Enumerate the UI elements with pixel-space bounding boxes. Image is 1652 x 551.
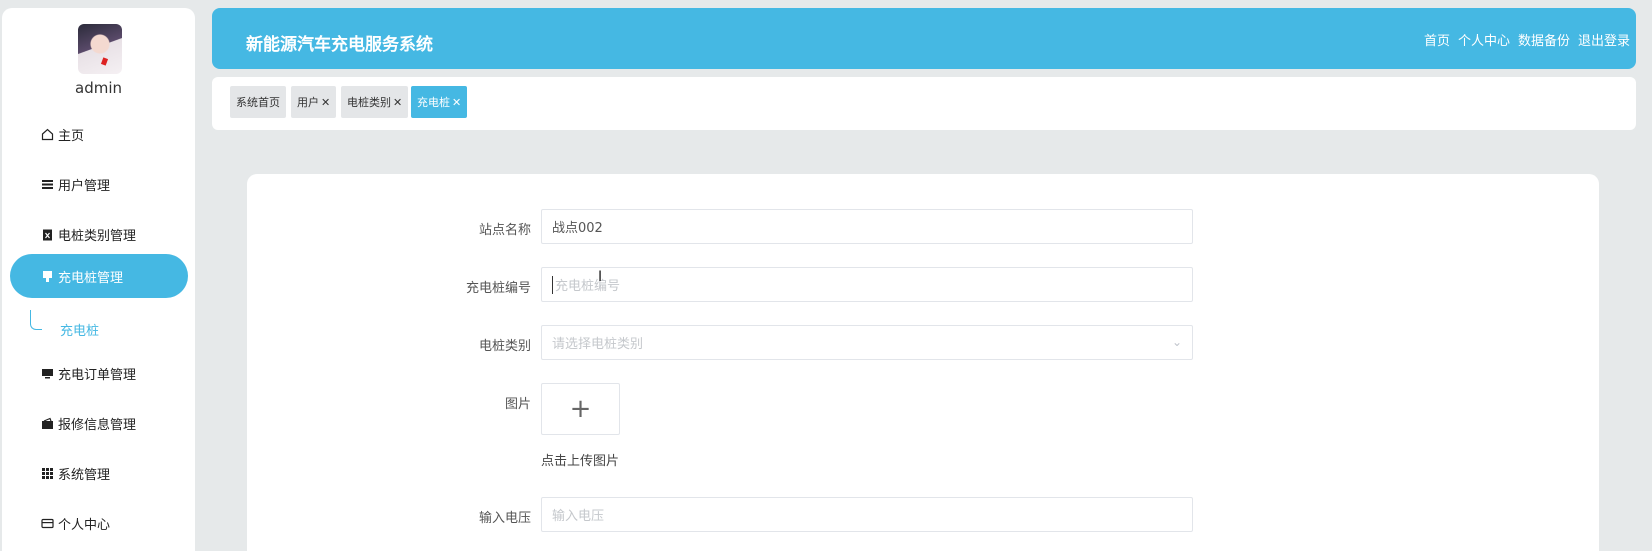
sidebar-item-system[interactable]: 系统管理 — [10, 451, 188, 495]
station-name-label: 站点名称 — [478, 223, 531, 238]
pile-no-input[interactable]: 充电桩编号 — [541, 267, 1193, 302]
app-title: 新能源汽车充电服务系统 — [246, 35, 433, 55]
submenu-connector — [30, 310, 42, 330]
tab-piles[interactable]: 充电桩 ✕ — [411, 86, 468, 118]
upload-hint: 点击上传图片 — [541, 454, 620, 469]
card-icon — [40, 516, 54, 530]
header-link-logout[interactable]: 退出登录 — [1578, 30, 1630, 49]
voltage-label: 输入电压 — [478, 511, 531, 526]
header-link-backup[interactable]: 数据备份 — [1518, 30, 1570, 49]
tab-label: 用户 — [297, 96, 319, 109]
sidebar-item-piles[interactable]: 充电桩管理 — [10, 254, 188, 298]
sidebar-item-label: 用户管理 — [58, 178, 111, 194]
sidebar-item-label: 个人中心 — [58, 517, 111, 533]
station-name-field[interactable]: 战点002 — [541, 209, 1193, 244]
monitor-icon — [40, 366, 54, 380]
station-name-value: 战点002 — [552, 221, 603, 236]
pile-no-placeholder: 充电桩编号 — [555, 279, 621, 294]
voltage-placeholder: 输入电压 — [552, 509, 605, 524]
plug-icon — [40, 269, 54, 283]
close-icon[interactable]: ✕ — [321, 96, 330, 109]
image-upload-button[interactable]: + — [541, 383, 620, 435]
sidebar-item-label: 报修信息管理 — [58, 417, 137, 433]
sidebar-item-profile[interactable]: 个人中心 — [10, 501, 188, 545]
sidebar-item-label: 系统管理 — [58, 467, 111, 483]
pile-type-label: 电桩类别 — [478, 339, 531, 354]
sidebar-item-label: 充电订单管理 — [58, 367, 137, 383]
text-caret — [552, 275, 553, 294]
sidebar: admin 主页 用户管理 电桩类别管理 充电桩管理 充电桩 充电订单管理 报修… — [2, 8, 195, 551]
pile-no-label: 充电桩编号 — [465, 281, 531, 296]
sidebar-item-label: 充电桩管理 — [58, 270, 124, 286]
header-link-home[interactable]: 首页 — [1424, 30, 1450, 49]
home-icon — [40, 127, 54, 141]
sidebar-item-label: 电桩类别管理 — [58, 228, 137, 244]
pile-type-placeholder: 请选择电桩类别 — [552, 337, 644, 352]
grid-icon — [40, 466, 54, 480]
text-cursor-icon: I — [598, 269, 603, 285]
tab-bar: 系统首页 用户 ✕ 电桩类别 ✕ 充电桩 ✕ — [212, 77, 1636, 130]
sidebar-item-users[interactable]: 用户管理 — [10, 162, 188, 206]
tab-label: 系统首页 — [236, 96, 280, 109]
tab-pile-types[interactable]: 电桩类别 ✕ — [341, 86, 409, 118]
pile-type-select[interactable]: 请选择电桩类别 ⌄ — [541, 325, 1193, 360]
voltage-input[interactable]: 输入电压 — [541, 497, 1193, 532]
avatar[interactable] — [78, 24, 122, 74]
submenu-item-piles[interactable]: 充电桩 — [60, 320, 99, 339]
sidebar-item-repairs[interactable]: 报修信息管理 — [10, 401, 188, 445]
tab-system-home[interactable]: 系统首页 — [230, 86, 286, 118]
image-label: 图片 — [504, 397, 531, 412]
header-link-profile[interactable]: 个人中心 — [1458, 30, 1510, 49]
header-links: 首页 个人中心 数据备份 退出登录 — [1424, 30, 1630, 49]
sidebar-item-home[interactable]: 主页 — [10, 112, 188, 156]
list-icon — [40, 177, 54, 191]
top-header: 新能源汽车充电服务系统 首页 个人中心 数据备份 退出登录 — [212, 8, 1636, 69]
close-icon[interactable]: ✕ — [393, 96, 402, 109]
wallet-icon — [40, 416, 54, 430]
clipboard-icon — [40, 227, 54, 241]
close-icon[interactable]: ✕ — [452, 96, 461, 109]
chevron-down-icon: ⌄ — [1171, 335, 1182, 349]
sidebar-item-label: 主页 — [58, 128, 85, 144]
sidebar-item-orders[interactable]: 充电订单管理 — [10, 351, 188, 395]
tab-users[interactable]: 用户 ✕ — [291, 86, 337, 118]
sidebar-item-pile-types[interactable]: 电桩类别管理 — [10, 212, 188, 256]
plus-icon: + — [569, 394, 592, 424]
tab-label: 充电桩 — [417, 96, 450, 109]
username: admin — [75, 79, 122, 97]
tab-label: 电桩类别 — [347, 96, 391, 109]
